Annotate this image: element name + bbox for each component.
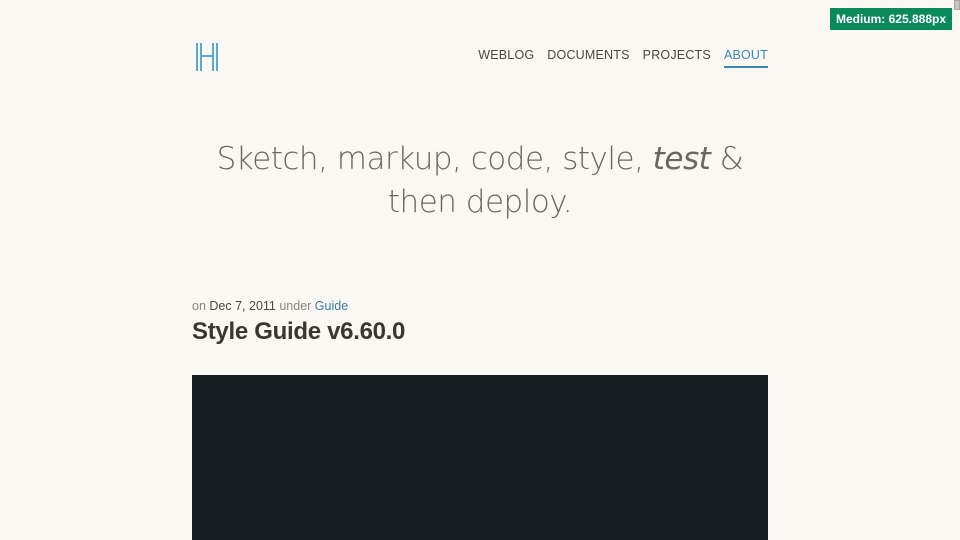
site-tagline: Sketch, markup, code, style, test & then… [192, 138, 768, 224]
tagline-line2: then deploy. [387, 184, 573, 220]
tagline-line1-italic: test [652, 141, 711, 177]
breakpoint-badge: Medium: 625.888px [830, 8, 952, 30]
post-date: Dec 7, 2011 [209, 299, 276, 313]
tagline-line1-suffix: & [710, 141, 744, 177]
nav-weblog[interactable]: WEBLOG [478, 48, 534, 68]
site-header: WEBLOG DOCUMENTS PROJECTS ABOUT [192, 42, 768, 76]
meta-under-label: under [275, 299, 315, 313]
meta-on-label: on [192, 299, 210, 313]
h-logo-icon[interactable] [194, 42, 220, 72]
nav-about[interactable]: ABOUT [723, 48, 768, 68]
post-meta: on Dec 7, 2011 under Guide [192, 299, 348, 313]
main-nav: WEBLOG DOCUMENTS PROJECTS ABOUT [478, 48, 768, 68]
tagline-line1-prefix: Sketch, markup, code, style, [216, 141, 653, 177]
scrollbar-thumb[interactable] [954, 0, 960, 10]
nav-projects[interactable]: PROJECTS [643, 48, 711, 68]
post-category-link[interactable]: Guide [315, 299, 348, 313]
post-hero-image [192, 375, 768, 540]
post-title[interactable]: Style Guide v6.60.0 [192, 318, 405, 346]
nav-documents[interactable]: DOCUMENTS [547, 48, 629, 68]
